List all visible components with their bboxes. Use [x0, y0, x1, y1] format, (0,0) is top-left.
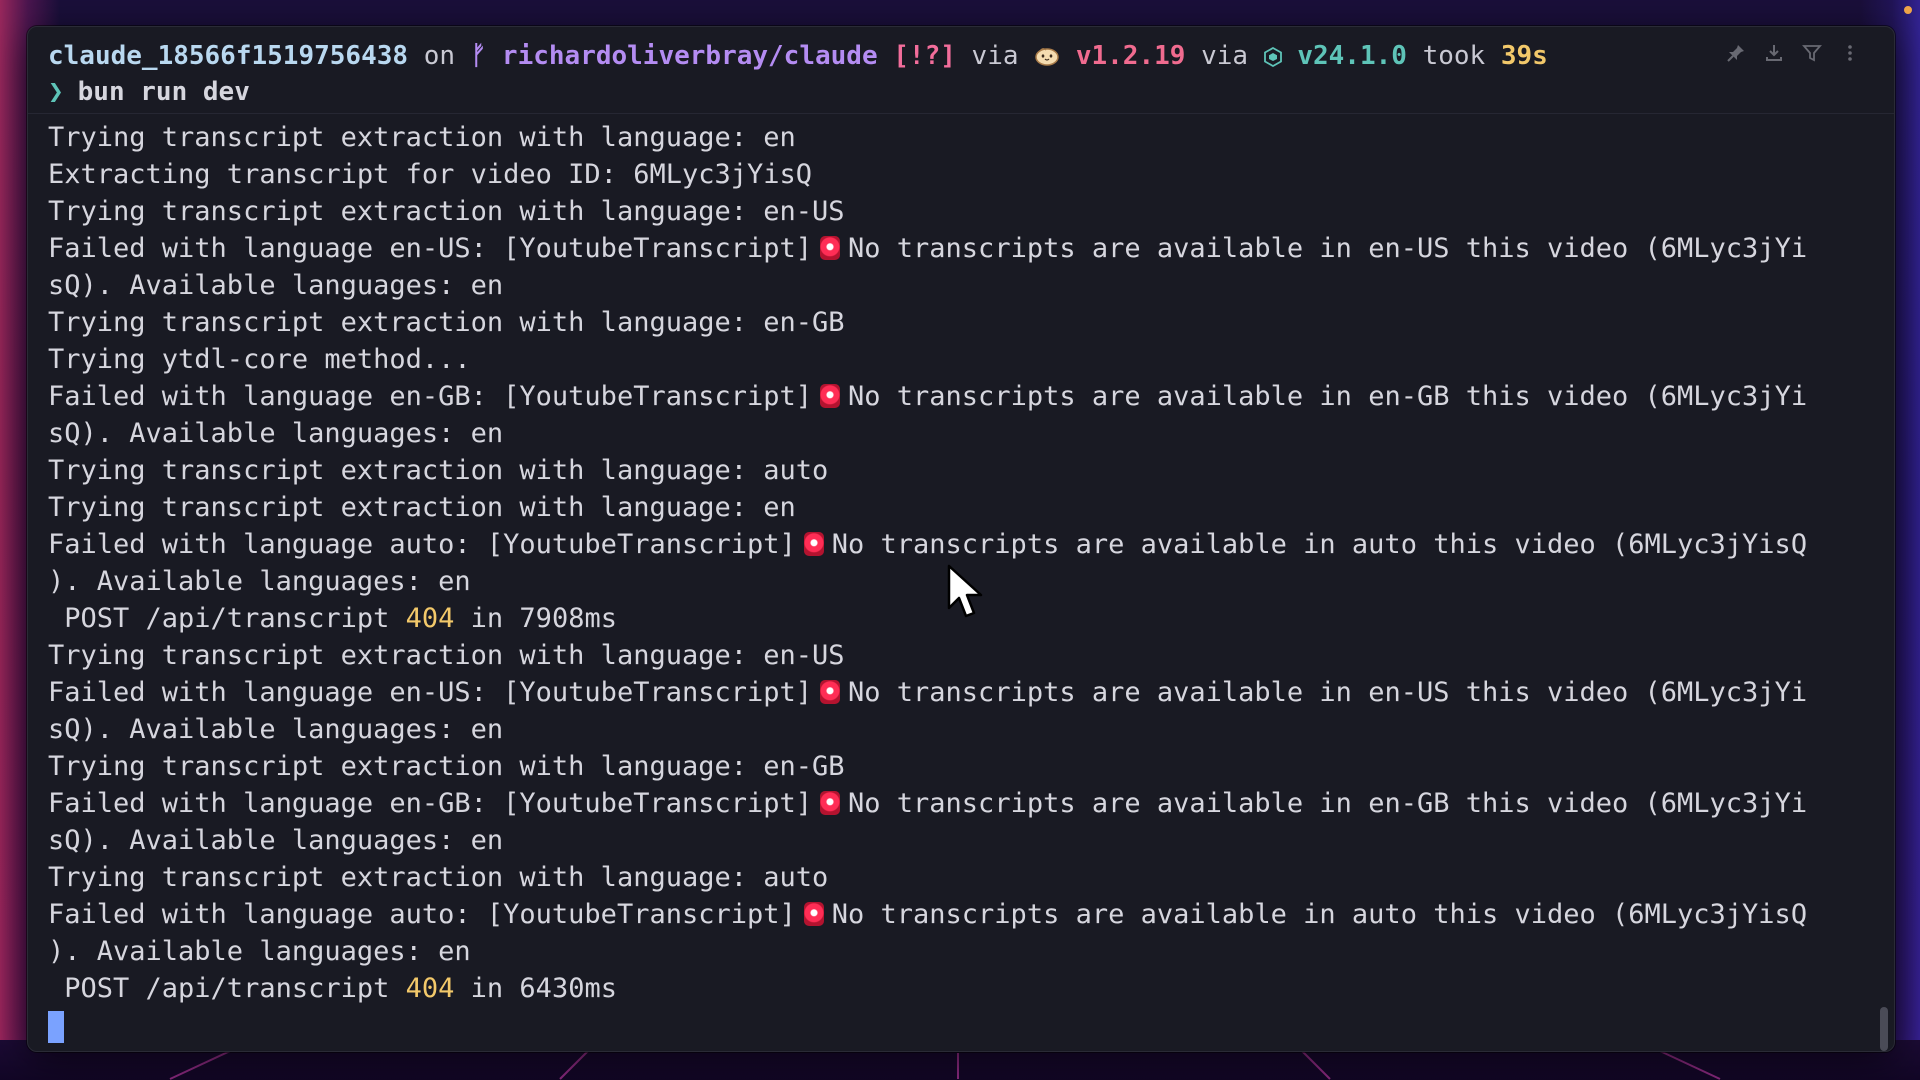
- request-duration: in 6430ms: [454, 973, 617, 1004]
- prompt-bun-version: v1.2.19: [1075, 41, 1186, 71]
- terminal-output[interactable]: Trying transcript extraction with langua…: [48, 119, 1874, 1007]
- prompt-chevron-icon: ❯: [48, 77, 64, 107]
- output-line: Trying transcript extraction with langua…: [48, 193, 1874, 230]
- error-alarm-icon: [803, 902, 824, 926]
- output-line: sQ). Available languages: en: [48, 415, 1874, 452]
- output-text: sQ). Available languages: en: [48, 418, 504, 449]
- error-prefix: Failed with language auto: [YoutubeTrans…: [48, 899, 796, 930]
- error-alarm-icon: [820, 236, 841, 260]
- prompt-user-host: claude_18566f1519756438: [48, 41, 409, 71]
- output-line: Failed with language en-GB: [YoutubeTran…: [48, 785, 1874, 822]
- scrollbar[interactable]: [1880, 1007, 1888, 1051]
- output-text: Trying transcript extraction with langua…: [48, 196, 845, 227]
- output-line: Trying transcript extraction with langua…: [48, 637, 1874, 674]
- more-vertical-icon[interactable]: [1840, 43, 1860, 63]
- error-message: No transcripts are available in auto thi…: [831, 899, 1808, 930]
- output-text: sQ). Available languages: en: [48, 825, 504, 856]
- command-text: bun run dev: [77, 77, 250, 107]
- output-line: Trying ytdl-core method...: [48, 341, 1874, 378]
- output-line: Trying transcript extraction with langua…: [48, 304, 1874, 341]
- prompt-node-version: v24.1.0: [1297, 41, 1407, 71]
- output-line: Trying transcript extraction with langua…: [48, 859, 1874, 896]
- error-prefix: Failed with language en-GB: [YoutubeTran…: [48, 381, 813, 412]
- output-line: sQ). Available languages: en: [48, 822, 1874, 859]
- error-prefix: Failed with language en-US: [YoutubeTran…: [48, 233, 813, 264]
- output-line: Failed with language auto: [YoutubeTrans…: [48, 526, 1874, 563]
- error-message: No transcripts are available in en-GB th…: [848, 788, 1808, 819]
- prompt-on-word: on: [423, 41, 455, 71]
- request-duration: in 7908ms: [454, 603, 617, 634]
- output-line: Trying transcript extraction with langua…: [48, 119, 1874, 156]
- request-method-path: POST /api/transcript: [48, 603, 406, 634]
- prompt-via-word-2: via: [1201, 41, 1249, 71]
- text-cursor: [48, 1011, 64, 1043]
- command-line: ❯ bun run dev: [48, 77, 250, 107]
- error-alarm-icon: [820, 384, 841, 408]
- output-text: ). Available languages: en: [48, 936, 471, 967]
- prompt-git-status: [!?]: [893, 41, 956, 71]
- output-text: Trying transcript extraction with langua…: [48, 307, 845, 338]
- pin-icon[interactable]: [1726, 43, 1746, 63]
- output-line: Trying transcript extraction with langua…: [48, 748, 1874, 785]
- error-alarm-icon: [820, 791, 841, 815]
- output-text: Trying transcript extraction with langua…: [48, 862, 829, 893]
- git-branch-icon: ᚠ: [470, 41, 487, 71]
- output-line: ). Available languages: en: [48, 933, 1874, 970]
- output-text: sQ). Available languages: en: [48, 714, 504, 745]
- output-text: Trying transcript extraction with langua…: [48, 751, 845, 782]
- output-text: Trying transcript extraction with langua…: [48, 640, 845, 671]
- error-alarm-icon: [820, 680, 841, 704]
- output-line: Trying transcript extraction with langua…: [48, 489, 1874, 526]
- download-icon[interactable]: [1764, 43, 1784, 63]
- output-text: ). Available languages: en: [48, 566, 471, 597]
- output-text: Trying transcript extraction with langua…: [48, 122, 796, 153]
- output-line: sQ). Available languages: en: [48, 267, 1874, 304]
- error-prefix: Failed with language en-GB: [YoutubeTran…: [48, 788, 813, 819]
- output-text: sQ). Available languages: en: [48, 270, 504, 301]
- prompt-line: claude_18566f1519756438 on ᚠ richardoliv…: [48, 41, 1548, 74]
- error-message: No transcripts are available in en-US th…: [848, 233, 1808, 264]
- output-line: Failed with language en-US: [YoutubeTran…: [48, 230, 1874, 267]
- status-code: 404: [405, 973, 455, 1004]
- request-method-path: POST /api/transcript: [48, 973, 406, 1004]
- output-text: Extracting transcript for video ID: 6MLy…: [48, 159, 813, 190]
- output-line: Trying transcript extraction with langua…: [48, 452, 1874, 489]
- output-text: Trying ytdl-core method...: [48, 344, 471, 375]
- output-line: Failed with language auto: [YoutubeTrans…: [48, 896, 1874, 933]
- output-line: Failed with language en-US: [YoutubeTran…: [48, 674, 1874, 711]
- output-text: Trying transcript extraction with langua…: [48, 492, 796, 523]
- prompt-via-word: via: [971, 41, 1019, 71]
- error-message: No transcripts are available in en-US th…: [848, 677, 1808, 708]
- output-line: Extracting transcript for video ID: 6MLy…: [48, 156, 1874, 193]
- prompt-duration: 39s: [1500, 41, 1548, 71]
- mouse-pointer-icon: [947, 564, 983, 618]
- prompt-block: claude_18566f1519756438 on ᚠ richardoliv…: [28, 27, 1894, 114]
- filter-icon[interactable]: [1802, 43, 1822, 63]
- error-prefix: Failed with language auto: [YoutubeTrans…: [48, 529, 796, 560]
- prompt-repo: richardoliverbray/claude: [501, 41, 878, 71]
- bun-icon: [1034, 43, 1060, 74]
- status-code: 404: [405, 603, 455, 634]
- output-text: Trying transcript extraction with langua…: [48, 455, 829, 486]
- wallpaper-grid-line: [957, 1053, 959, 1079]
- error-alarm-icon: [803, 532, 824, 556]
- terminal-window[interactable]: claude_18566f1519756438 on ᚠ richardoliv…: [27, 26, 1895, 1052]
- output-line: POST /api/transcript 404 in 6430ms: [48, 970, 1874, 1007]
- output-line: Failed with language en-GB: [YoutubeTran…: [48, 378, 1874, 415]
- error-message: No transcripts are available in en-GB th…: [848, 381, 1808, 412]
- status-dot: [1904, 6, 1912, 14]
- terminal-toolbar: [1726, 43, 1860, 63]
- output-line: sQ). Available languages: en: [48, 711, 1874, 748]
- prompt-took-word: took: [1422, 41, 1486, 71]
- error-prefix: Failed with language en-US: [YoutubeTran…: [48, 677, 813, 708]
- nodejs-icon: [1263, 44, 1282, 74]
- error-message: No transcripts are available in auto thi…: [831, 529, 1808, 560]
